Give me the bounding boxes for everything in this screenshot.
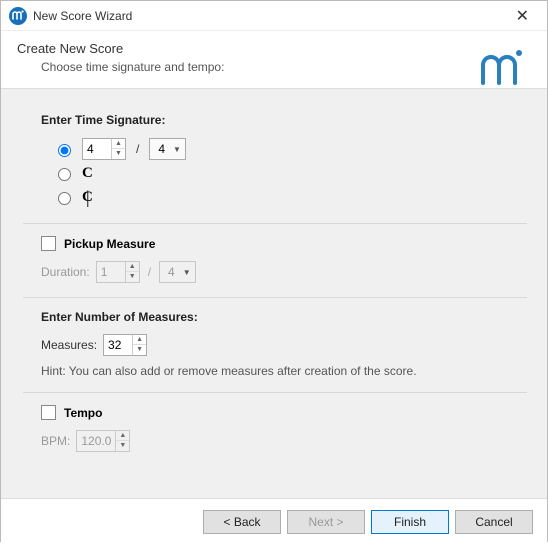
tempo-checkbox-row[interactable]: Tempo — [41, 405, 527, 420]
header: Create New Score Choose time signature a… — [1, 31, 547, 89]
pickup-checkbox[interactable] — [41, 236, 56, 251]
close-icon[interactable]: ✕ — [506, 4, 539, 28]
cancel-button[interactable]: Cancel — [455, 510, 533, 534]
page-subtitle: Choose time signature and tempo: — [17, 60, 531, 74]
cut-time-icon: C| — [82, 189, 93, 206]
measures-row: Measures: ▲▼ — [41, 334, 527, 356]
pickup-denominator-combo: 4 ▼ — [159, 261, 196, 283]
back-button[interactable]: < Back — [203, 510, 281, 534]
tempo-bpm-row: BPM: ▲▼ — [41, 430, 527, 452]
tempo-title: Tempo — [64, 406, 102, 420]
bpm-label: BPM: — [41, 434, 70, 448]
bpm-input — [77, 434, 115, 448]
spin-buttons[interactable]: ▲▼ — [111, 139, 125, 159]
pickup-duration-label: Duration: — [41, 265, 90, 279]
spin-buttons[interactable]: ▲▼ — [132, 335, 146, 355]
radio-common[interactable] — [58, 168, 71, 181]
time-sig-denominator-combo[interactable]: 4 ▼ — [149, 138, 186, 160]
pickup-title: Pickup Measure — [64, 237, 155, 251]
measures-title: Enter Number of Measures: — [41, 310, 527, 324]
time-signature-cut-radio[interactable]: C| — [53, 185, 527, 209]
pickup-numerator-input — [97, 265, 125, 279]
measures-spin[interactable]: ▲▼ — [103, 334, 147, 356]
radio-custom[interactable] — [58, 144, 71, 157]
footer: < Back Next > Finish Cancel — [1, 499, 547, 545]
musescore-logo-icon — [479, 47, 525, 85]
time-signature-common-radio[interactable]: C — [53, 161, 527, 185]
next-button: Next > — [287, 510, 365, 534]
window-title: New Score Wizard — [33, 9, 132, 23]
content-area: Enter Time Signature: ▲▼ / 4 ▼ C C| Pick… — [1, 89, 547, 499]
divider — [23, 223, 527, 224]
chevron-down-icon: ▼ — [173, 145, 181, 154]
slash: / — [148, 265, 151, 279]
pickup-duration-row: Duration: ▲▼ / 4 ▼ — [41, 261, 527, 283]
spin-buttons: ▲▼ — [115, 431, 129, 451]
time-sig-numerator-input[interactable] — [83, 142, 111, 156]
measures-input[interactable] — [104, 338, 132, 352]
time-sig-numerator-spin[interactable]: ▲▼ — [82, 138, 126, 160]
chevron-down-icon: ▼ — [183, 268, 191, 277]
common-time-icon: C — [82, 165, 93, 182]
time-signature-title: Enter Time Signature: — [41, 113, 527, 127]
time-sig-denominator-value: 4 — [158, 142, 165, 156]
measures-label: Measures: — [41, 338, 97, 352]
pickup-denominator-value: 4 — [168, 265, 175, 279]
divider — [23, 392, 527, 393]
tempo-checkbox[interactable] — [41, 405, 56, 420]
finish-button[interactable]: Finish — [371, 510, 449, 534]
pickup-numerator-spin: ▲▼ — [96, 261, 140, 283]
slash: / — [136, 142, 139, 156]
time-signature-custom-radio[interactable]: ▲▼ / 4 ▼ — [53, 137, 527, 161]
titlebar: New Score Wizard ✕ — [1, 1, 547, 31]
measures-hint: Hint: You can also add or remove measure… — [41, 364, 527, 378]
page-title: Create New Score — [17, 41, 531, 56]
bpm-spin: ▲▼ — [76, 430, 130, 452]
divider — [23, 297, 527, 298]
radio-cut[interactable] — [58, 192, 71, 205]
spin-buttons: ▲▼ — [125, 262, 139, 282]
pickup-measure-checkbox-row[interactable]: Pickup Measure — [41, 236, 527, 251]
app-icon — [9, 7, 27, 25]
